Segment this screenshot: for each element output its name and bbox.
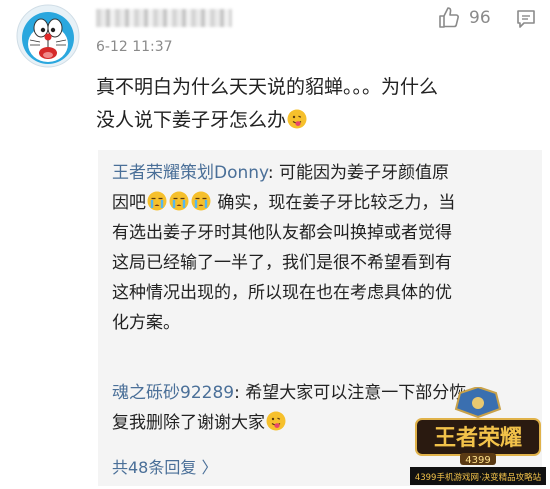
reply-text: 可能因为姜子牙颜值原 [279, 163, 450, 183]
username-redacted[interactable] [96, 9, 232, 27]
reply-separator: : [267, 163, 280, 183]
tongue-emoji [266, 411, 286, 431]
chevron-right-icon: 〉 [201, 458, 218, 477]
reply-item[interactable]: 王者荣耀策划Donny: 可能因为姜子牙颜值原 因吧 确实，现在姜子牙比较乏力，… [112, 158, 455, 338]
reply-line: 这局已经输了一半了，我们是很不希望看到有 [112, 253, 452, 273]
more-replies-label: 共48条回复 [112, 458, 197, 477]
reply-line: 化方案。 [112, 313, 180, 333]
user-avatar[interactable] [16, 4, 80, 68]
comment-line: 没人说下姜子牙怎么办 [96, 104, 536, 137]
logo-subtitle: 4399 [465, 455, 490, 466]
tongue-emoji [287, 109, 307, 129]
reply-line: 这种情况出现的，所以现在也在考虑具体的优 [112, 283, 452, 303]
reply-text: 确实，现在姜子牙比较乏力，当 [217, 193, 456, 213]
crying-emoji [191, 191, 211, 211]
comment-text: 没人说下姜子牙怎么办 [96, 109, 287, 131]
reply-icon[interactable] [515, 8, 537, 30]
crying-emoji [169, 191, 189, 211]
like-count: 96 [469, 8, 491, 28]
reply-text: 复我删除了谢谢大家 [112, 413, 265, 433]
reply-text: 因吧 [112, 193, 146, 213]
comment-body: 真不明白为什么天天说的貂蝉。。。为什么 没人说下姜子牙怎么办 [96, 71, 536, 137]
reply-username[interactable]: 王者荣耀策划Donny [112, 163, 268, 183]
thumbs-up-icon [439, 7, 459, 28]
comment-timestamp: 6-12 11:37 [96, 39, 173, 55]
crying-emoji [147, 191, 167, 211]
reply-line: 因吧 确实，现在姜子牙比较乏力，当 [112, 188, 455, 218]
logo-banner: 4399手机游戏网·决变精品攻略站 [415, 472, 542, 483]
view-all-replies-link[interactable]: 共48条回复 〉 [112, 454, 217, 478]
reply-line: 有选出姜子牙时其他队友都会叫换掉或者觉得 [112, 223, 452, 243]
game-logo-watermark: 王者荣耀 4399 4399手机游戏网·决变精品攻略站 [410, 387, 546, 485]
comment-line: 真不明白为什么天天说的貂蝉。。。为什么 [96, 76, 439, 98]
logo-title: 王者荣耀 [434, 425, 522, 451]
like-button[interactable]: 96 [437, 6, 491, 30]
reply-username[interactable]: 魂之砾砂92289 [112, 383, 234, 403]
reply-line: 王者荣耀策划Donny: 可能因为姜子牙颜值原 [112, 158, 455, 188]
reply-separator: : [234, 383, 246, 403]
